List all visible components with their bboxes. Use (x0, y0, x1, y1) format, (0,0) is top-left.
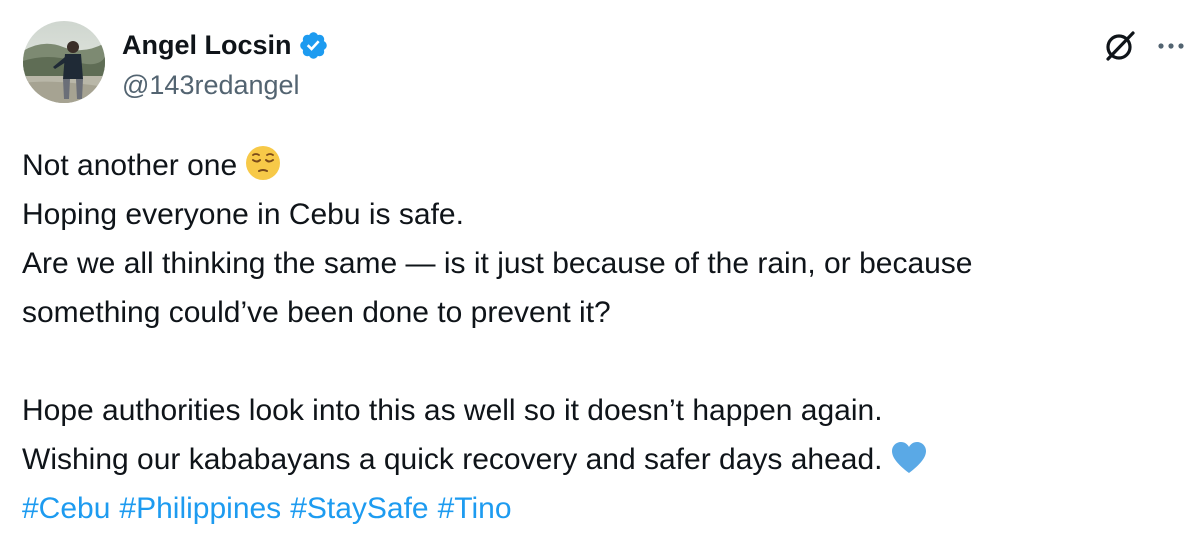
tweet-line: Hoping everyone in Cebu is safe. (22, 198, 464, 231)
tweet-line: Hope authorities look into this as well … (22, 394, 883, 427)
tweet-line-text: Not another one (22, 149, 238, 182)
pensive-face-emoji (245, 145, 281, 196)
more-options-icon[interactable] (1156, 32, 1186, 60)
author-name-row: Angel Locsin (122, 28, 329, 62)
grok-icon[interactable] (1102, 28, 1138, 64)
hashtag-line: #Cebu #Philippines #StaySafe #Tino (22, 484, 1182, 533)
hashtag-link[interactable]: #StaySafe (290, 492, 428, 525)
author-avatar[interactable] (23, 21, 105, 103)
author-display-name[interactable]: Angel Locsin (122, 30, 292, 61)
tweet-line: Are we all thinking the same — is it jus… (22, 247, 973, 280)
verified-badge-icon (298, 30, 329, 61)
tweet-line: something could’ve been done to prevent … (22, 296, 611, 329)
tweet-line: Not another one (22, 141, 1182, 190)
tweet-line: Wishing our kababayans a quick recovery … (22, 435, 1182, 484)
hashtag-link[interactable]: #Cebu (22, 492, 110, 525)
tweet-card: Angel Locsin @143redangel Not another on… (0, 0, 1200, 541)
hashtag-link[interactable]: #Tino (438, 492, 512, 525)
author-handle[interactable]: @143redangel (122, 70, 300, 101)
blue-heart-emoji (891, 441, 927, 490)
tweet-text: Not another one Hoping everyone in Cebu … (22, 141, 1182, 533)
tweet-line-text: Wishing our kababayans a quick recovery … (22, 443, 883, 476)
hashtag-link[interactable]: #Philippines (119, 492, 281, 525)
